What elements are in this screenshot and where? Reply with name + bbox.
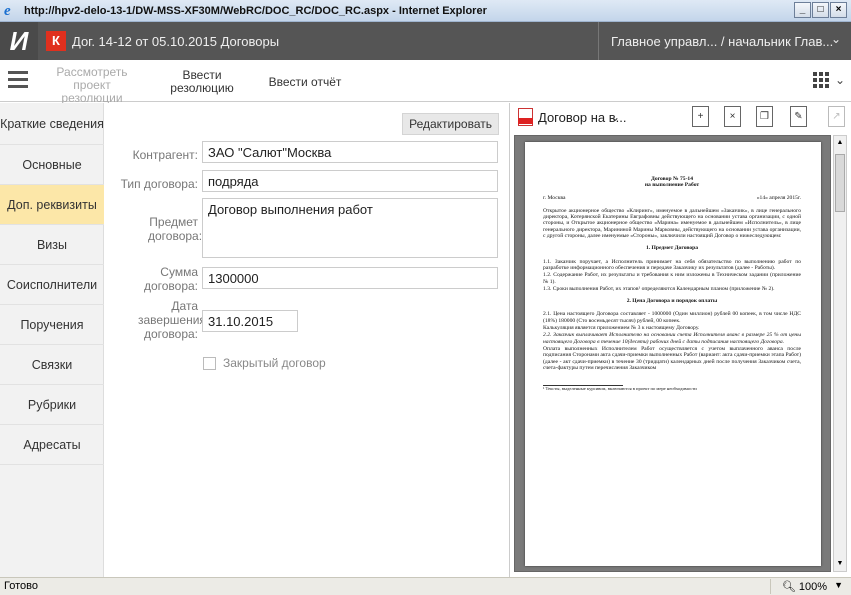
zoom-level[interactable]: 🔍︎ 100% bbox=[782, 580, 827, 593]
export-file-icon: ↗ bbox=[828, 106, 845, 127]
sidebar-item-links[interactable]: Связки bbox=[0, 345, 104, 385]
subject-label: Предмет договора: bbox=[148, 215, 203, 243]
page-city: г. Москва bbox=[543, 194, 566, 201]
sidebar: Краткие сведения Основные Доп. реквизиты… bbox=[0, 103, 104, 577]
document-viewer: Договор на в... ⌄ + × ❐ ✎ ↗ Договор № 75… bbox=[509, 103, 851, 577]
edit-button[interactable]: Редактировать bbox=[402, 113, 499, 135]
page-paragraph: 1.2. Содержание Работ, их результаты и т… bbox=[543, 272, 801, 285]
add-file-icon[interactable]: + bbox=[692, 106, 709, 127]
requisites-form: Редактировать Контрагент: ЗАО "Салют"Мос… bbox=[104, 103, 509, 577]
page-footnote: ¹ Тексты, выделенные курсивом, включаютс… bbox=[543, 386, 697, 392]
chevron-down-icon[interactable]: ⌄ bbox=[835, 73, 845, 87]
page-paragraph: 1.3. Сроки выполнения Работ, их этапов¹ … bbox=[543, 285, 775, 292]
page-paragraph: 1.1. Заказчик поручает, а Исполнитель пр… bbox=[543, 258, 801, 271]
pdf-file-icon bbox=[518, 108, 533, 126]
scroll-up-arrow-icon[interactable]: ▲ bbox=[834, 136, 846, 150]
window-controls: _ □ × bbox=[794, 2, 847, 18]
action-toolbar: Рассмотреть проект резолюции Ввести резо… bbox=[0, 60, 851, 105]
maximize-button[interactable]: □ bbox=[812, 2, 829, 18]
copy-file-icon[interactable]: ❐ bbox=[756, 106, 773, 127]
doc-title: Дог. 14-12 от 05.10.2015 Договоры bbox=[72, 33, 280, 49]
user-name: Главное управл... / начальник Глав... bbox=[611, 33, 834, 49]
sign-file-icon[interactable]: ✎ bbox=[790, 106, 807, 127]
close-button[interactable]: × bbox=[830, 2, 847, 18]
sidebar-item-coexecutors[interactable]: Соисполнители bbox=[0, 265, 104, 305]
closed-contract-label: Закрытый договор bbox=[223, 356, 326, 370]
viewer-toolbar: Договор на в... ⌄ + × ❐ ✎ ↗ bbox=[510, 103, 851, 133]
browser-statusbar: Готово 🔍︎ 100% ▼ bbox=[0, 577, 851, 595]
page-paragraph: Оплата выполненных Исполнителем Работ ос… bbox=[543, 345, 801, 371]
page-paragraph: Калькуляция является приложением № 3 к н… bbox=[543, 325, 700, 332]
minimize-button[interactable]: _ bbox=[794, 2, 811, 18]
page-date: «14» апреля 2015г. bbox=[756, 194, 801, 201]
doc-kind-badge: К bbox=[46, 31, 66, 51]
end-date-field[interactable]: 31.10.2015 bbox=[202, 310, 298, 332]
page-paragraph: 2.2. Заказчик выплачивает Исполнителю на… bbox=[543, 332, 801, 345]
sidebar-item-rubrics[interactable]: Рубрики bbox=[0, 385, 104, 425]
review-project-button[interactable]: Рассмотреть проект резолюции bbox=[56, 66, 128, 105]
enter-resolution-button[interactable]: Ввести резолюцию bbox=[160, 69, 244, 95]
page-intro: Открытое акционерное общество «Клиринг»,… bbox=[543, 207, 801, 240]
sidebar-item-visas[interactable]: Визы bbox=[0, 225, 104, 265]
end-date-label: Дата завершения договора: bbox=[138, 299, 206, 341]
viewer-scrollbar[interactable]: ▲ ▼ bbox=[833, 135, 847, 572]
subject-field[interactable]: Договор выполнения работ bbox=[202, 198, 498, 258]
chevron-down-icon[interactable]: ⌄ bbox=[610, 110, 620, 124]
pdf-preview-pane[interactable]: Договор № 75-14 на выполнение Работ г. М… bbox=[514, 135, 831, 572]
scrollbar-thumb[interactable] bbox=[835, 154, 845, 212]
browser-titlebar: e http://hpv2-delo-13-1/DW-MSS-XF30M/Web… bbox=[0, 0, 851, 22]
closed-contract-checkbox[interactable] bbox=[203, 357, 216, 370]
sidebar-item-orders[interactable]: Поручения bbox=[0, 305, 104, 345]
status-text: Готово bbox=[4, 580, 38, 592]
enter-report-button[interactable]: Ввести отчёт bbox=[255, 76, 355, 89]
amount-label: Сумма договора: bbox=[143, 265, 198, 293]
zoom-icon: 🔍︎ bbox=[781, 581, 799, 593]
contractor-field[interactable]: ЗАО "Салют"Москва bbox=[202, 141, 498, 163]
sidebar-item-extra[interactable]: Доп. реквизиты bbox=[0, 185, 104, 225]
user-selector[interactable]: Главное управл... / начальник Глав... ⌄ bbox=[598, 22, 851, 60]
scroll-down-arrow-icon[interactable]: ▼ bbox=[834, 557, 846, 571]
app-logo[interactable]: И bbox=[0, 22, 38, 60]
contract-type-label: Тип договора: bbox=[120, 177, 198, 191]
browser-title: http://hpv2-delo-13-1/DW-MSS-XF30M/WebRC… bbox=[24, 4, 487, 17]
internet-explorer-icon: e bbox=[4, 2, 11, 19]
menu-icon[interactable] bbox=[8, 71, 28, 89]
contractor-label: Контрагент: bbox=[132, 148, 198, 162]
amount-field[interactable]: 1300000 bbox=[202, 267, 498, 289]
sidebar-item-main[interactable]: Основные bbox=[0, 145, 104, 185]
zoom-value: 100% bbox=[798, 581, 827, 593]
sidebar-item-brief[interactable]: Краткие сведения bbox=[0, 103, 104, 145]
chevron-down-icon[interactable]: ▼ bbox=[834, 580, 843, 590]
chevron-down-icon: ⌄ bbox=[830, 32, 841, 46]
contract-type-field[interactable]: подряда bbox=[202, 170, 498, 192]
sidebar-item-addressees[interactable]: Адресаты bbox=[0, 425, 104, 465]
pdf-page: Договор № 75-14 на выполнение Работ г. М… bbox=[525, 142, 821, 566]
app-header: И К Дог. 14-12 от 05.10.2015 Договоры Гл… bbox=[0, 22, 851, 60]
page-paragraph: 2.1. Цена настоящего Договора составляет… bbox=[543, 311, 801, 324]
remove-file-icon[interactable]: × bbox=[724, 106, 741, 127]
apps-grid-icon[interactable] bbox=[813, 72, 829, 88]
